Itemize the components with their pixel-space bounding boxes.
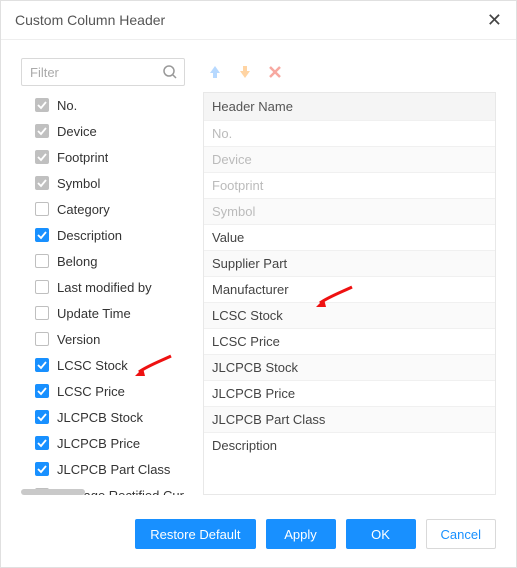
table-row[interactable]: No. bbox=[204, 120, 495, 146]
list-item-label: Version bbox=[57, 332, 100, 347]
list-item[interactable]: Last modified by bbox=[35, 274, 185, 300]
ok-button[interactable]: OK bbox=[346, 519, 416, 549]
order-toolbar bbox=[203, 58, 496, 86]
move-down-icon[interactable] bbox=[237, 64, 253, 80]
table-row[interactable]: Manufacturer bbox=[204, 276, 495, 302]
table-row[interactable]: JLCPCB Stock bbox=[204, 354, 495, 380]
table-row[interactable]: Description bbox=[204, 432, 495, 458]
table-row[interactable]: Symbol bbox=[204, 198, 495, 224]
right-panel: Header Name No.DeviceFootprintSymbolValu… bbox=[203, 58, 496, 495]
checkbox-icon[interactable] bbox=[35, 358, 49, 372]
list-item[interactable]: Category bbox=[35, 196, 185, 222]
list-item[interactable]: JLCPCB Stock bbox=[35, 404, 185, 430]
filter-search[interactable] bbox=[21, 58, 185, 86]
checkbox-icon[interactable] bbox=[35, 436, 49, 450]
header-name-table: Header Name No.DeviceFootprintSymbolValu… bbox=[203, 92, 496, 495]
titlebar: Custom Column Header ✕ bbox=[1, 1, 516, 40]
checkbox-icon[interactable] bbox=[35, 410, 49, 424]
list-item-label: Belong bbox=[57, 254, 97, 269]
table-header: Header Name bbox=[204, 93, 495, 120]
list-item-label: JLCPCB Stock bbox=[57, 410, 143, 425]
table-row[interactable]: LCSC Stock bbox=[204, 302, 495, 328]
list-item[interactable]: Version bbox=[35, 326, 185, 352]
list-item-label: No. bbox=[57, 98, 77, 113]
checkbox-icon[interactable] bbox=[35, 254, 49, 268]
restore-default-button[interactable]: Restore Default bbox=[135, 519, 255, 549]
list-item[interactable]: Footprint bbox=[35, 144, 185, 170]
table-row[interactable]: Footprint bbox=[204, 172, 495, 198]
checkbox-icon[interactable] bbox=[35, 228, 49, 242]
list-item-label: LCSC Price bbox=[57, 384, 125, 399]
checkbox-icon[interactable] bbox=[35, 98, 49, 112]
checkbox-icon[interactable] bbox=[35, 150, 49, 164]
checkbox-icon[interactable] bbox=[35, 462, 49, 476]
list-item[interactable]: Belong bbox=[35, 248, 185, 274]
checkbox-icon[interactable] bbox=[35, 176, 49, 190]
dialog-footer: Restore Default Apply OK Cancel bbox=[1, 507, 516, 567]
list-item-label: Description bbox=[57, 228, 122, 243]
filter-input[interactable] bbox=[30, 65, 158, 80]
list-item[interactable]: No. bbox=[35, 92, 185, 118]
table-row[interactable]: Device bbox=[204, 146, 495, 172]
checkbox-icon[interactable] bbox=[35, 332, 49, 346]
checkbox-icon[interactable] bbox=[35, 280, 49, 294]
list-item[interactable]: Update Time bbox=[35, 300, 185, 326]
column-list[interactable]: No. Device Footprint Symbol Category Descript… bbox=[21, 92, 185, 495]
list-item[interactable]: Device bbox=[35, 118, 185, 144]
list-item-label: Last modified by bbox=[57, 280, 152, 295]
apply-button[interactable]: Apply bbox=[266, 519, 336, 549]
cancel-button[interactable]: Cancel bbox=[426, 519, 496, 549]
table-row[interactable]: Value bbox=[204, 224, 495, 250]
search-icon[interactable] bbox=[162, 64, 178, 80]
list-item-label: Symbol bbox=[57, 176, 100, 191]
list-item-label: Category bbox=[57, 202, 110, 217]
list-item-label: LCSC Stock bbox=[57, 358, 128, 373]
list-item-label: Device bbox=[57, 124, 97, 139]
left-panel: No. Device Footprint Symbol Category Descript… bbox=[21, 58, 185, 495]
table-row[interactable]: JLCPCB Price bbox=[204, 380, 495, 406]
table-row[interactable]: JLCPCB Part Class bbox=[204, 406, 495, 432]
list-item-label: Footprint bbox=[57, 150, 108, 165]
move-up-icon[interactable] bbox=[207, 64, 223, 80]
table-body: No.DeviceFootprintSymbolValueSupplier Pa… bbox=[204, 120, 495, 458]
column-list-wrap: No. Device Footprint Symbol Category Descript… bbox=[21, 92, 185, 495]
list-item[interactable]: LCSC Price bbox=[35, 378, 185, 404]
list-item-label: JLCPCB Part Class bbox=[57, 462, 170, 477]
close-icon[interactable]: ✕ bbox=[487, 11, 502, 29]
list-item[interactable]: Description bbox=[35, 222, 185, 248]
custom-column-header-dialog: Custom Column Header ✕ No.DeviceFootprin… bbox=[0, 0, 517, 568]
list-item[interactable]: Symbol bbox=[35, 170, 185, 196]
checkbox-icon[interactable] bbox=[35, 124, 49, 138]
list-item[interactable]: JLCPCB Price bbox=[35, 430, 185, 456]
checkbox-icon[interactable] bbox=[35, 306, 49, 320]
list-item[interactable]: JLCPCB Part Class bbox=[35, 456, 185, 482]
dialog-body: No.DeviceFootprintSymbolCategoryDescript… bbox=[1, 40, 516, 507]
table-row[interactable]: LCSC Price bbox=[204, 328, 495, 354]
checkbox-icon[interactable] bbox=[35, 384, 49, 398]
checkbox-icon[interactable] bbox=[35, 202, 49, 216]
remove-icon[interactable] bbox=[267, 64, 283, 80]
list-item[interactable]: LCSC Stock bbox=[35, 352, 185, 378]
dialog-title: Custom Column Header bbox=[15, 12, 165, 28]
horizontal-scrollbar[interactable] bbox=[21, 489, 185, 495]
list-item-label: Update Time bbox=[57, 306, 131, 321]
table-row[interactable]: Supplier Part bbox=[204, 250, 495, 276]
list-item-label: JLCPCB Price bbox=[57, 436, 140, 451]
